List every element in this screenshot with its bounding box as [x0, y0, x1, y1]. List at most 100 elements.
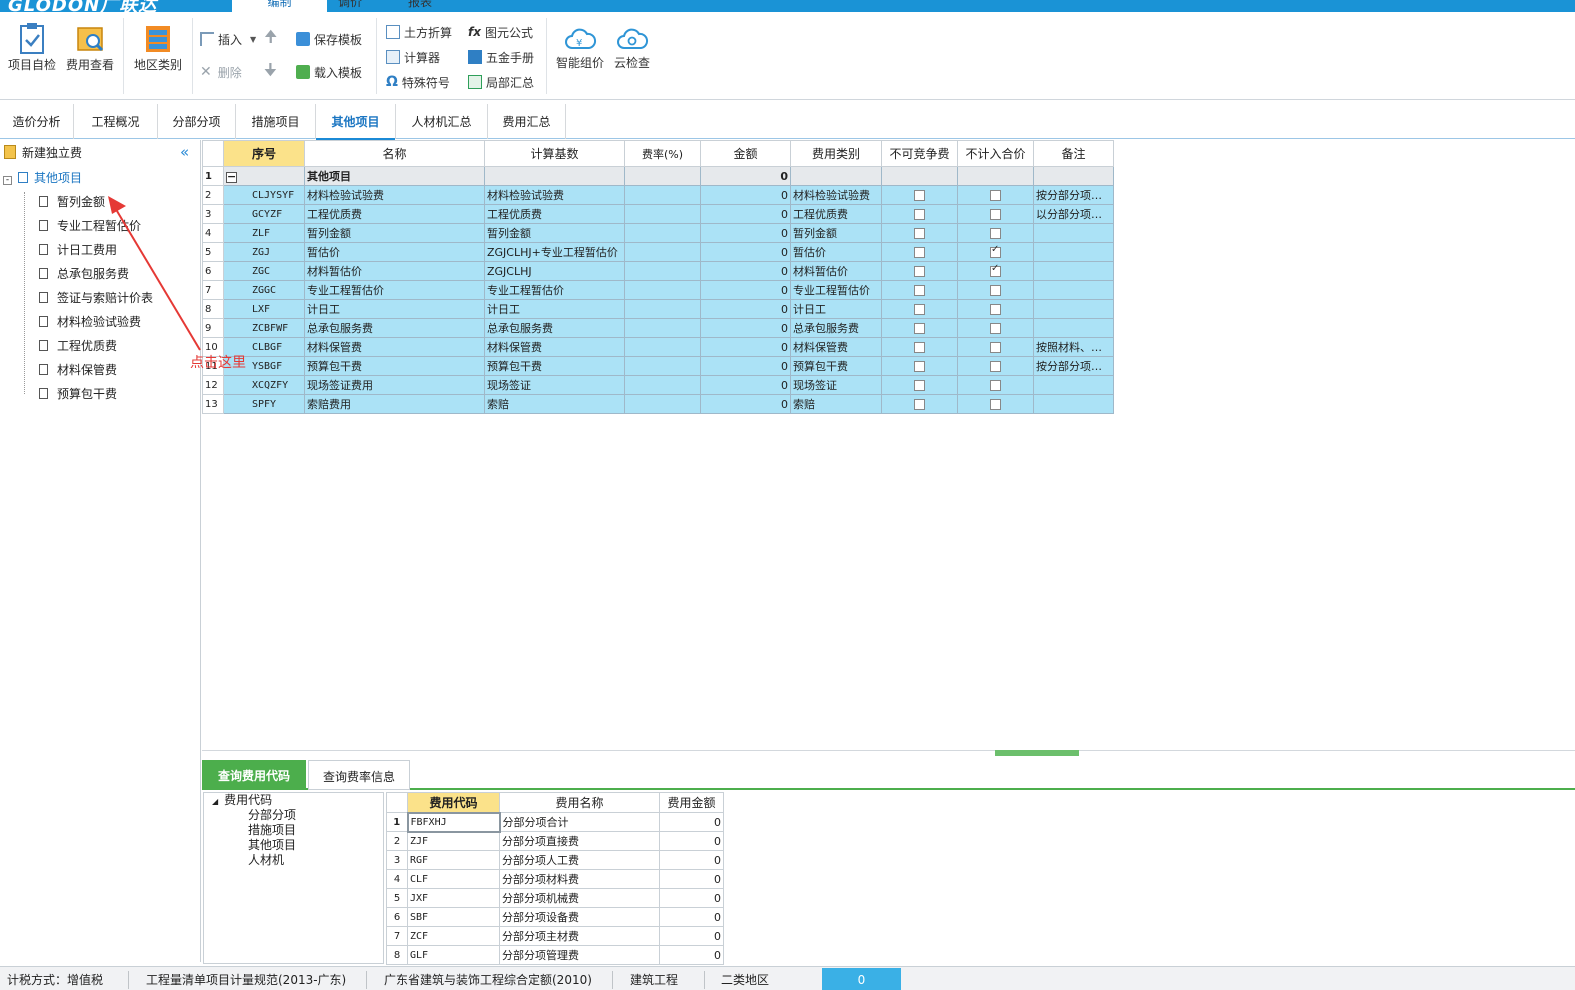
cell-name[interactable]: 材料暂估价: [304, 261, 485, 281]
cell-non-competitive[interactable]: [881, 204, 958, 224]
cell-fee-name[interactable]: 分部分项机械费: [499, 888, 660, 908]
cell-category[interactable]: 现场签证: [790, 375, 882, 395]
cell-category[interactable]: 工程优质费: [790, 204, 882, 224]
cell-rate[interactable]: [624, 299, 701, 319]
table-row[interactable]: 6 ZGC 材料暂估价 ZGJCLHJ 0 材料暂估价: [202, 261, 1114, 281]
cell-fee-name[interactable]: 分部分项设备费: [499, 907, 660, 927]
cell-not-included[interactable]: [957, 356, 1034, 376]
cell-not-included[interactable]: [957, 394, 1034, 414]
cell-note[interactable]: [1033, 280, 1114, 300]
cell-not-included[interactable]: [957, 261, 1034, 281]
cell-fee-code[interactable]: RGF: [407, 850, 500, 870]
cell-non-competitive[interactable]: [881, 280, 958, 300]
non-competitive-checkbox[interactable]: [914, 380, 925, 391]
cell-code[interactable]: SPFY: [223, 394, 305, 414]
cell-fee-name[interactable]: 分部分项材料费: [499, 869, 660, 889]
table-row[interactable]: 2 CLJYSYF 材料检验试验费 材料检验试验费 0 材料检验试验费 按分部分项…: [202, 185, 1114, 205]
cell-base[interactable]: 预算包干费: [484, 356, 625, 376]
cell-fee-code[interactable]: FBFXHJ: [406, 811, 501, 833]
col-header-fee-amount[interactable]: 费用金额: [659, 792, 724, 813]
cell-name[interactable]: 暂估价: [304, 242, 485, 262]
table-row[interactable]: 9 ZCBFWF 总承包服务费 总承包服务费 0 总承包服务费: [202, 318, 1114, 338]
cell-name[interactable]: 预算包干费: [304, 356, 485, 376]
cell-not-included[interactable]: [957, 242, 1034, 262]
row-collapse-cell[interactable]: −: [223, 166, 305, 186]
cell-category[interactable]: 计日工: [790, 299, 882, 319]
earthwork-button[interactable]: 土方折算: [386, 23, 452, 41]
tab-other-items[interactable]: 其他项目: [316, 104, 396, 140]
tab-cost-analysis[interactable]: 造价分析: [0, 104, 74, 139]
cell-non-competitive[interactable]: [881, 223, 958, 243]
cell-name[interactable]: 其他项目: [304, 166, 485, 186]
cell-rate[interactable]: [624, 337, 701, 357]
cell-base[interactable]: ZGJCLHJ+专业工程暂估价: [484, 242, 625, 262]
cell-amount[interactable]: 0: [700, 394, 791, 414]
cell-rate[interactable]: [624, 204, 701, 224]
calculator-button[interactable]: 计算器: [386, 48, 440, 66]
cell-rate[interactable]: [624, 185, 701, 205]
cell-fee-code[interactable]: JXF: [407, 888, 500, 908]
cell-amount[interactable]: 0: [700, 280, 791, 300]
cell-amount[interactable]: 0: [700, 318, 791, 338]
partial-summary-button[interactable]: 局部汇总: [468, 73, 534, 91]
col-header-rate[interactable]: 费率(%): [624, 140, 701, 167]
cell-fee-name[interactable]: 分部分项直接费: [499, 831, 660, 851]
non-competitive-checkbox[interactable]: [914, 247, 925, 258]
cell-base[interactable]: 专业工程暂估价: [484, 280, 625, 300]
tab-sections[interactable]: 分部分项: [158, 104, 236, 139]
cell-name[interactable]: 专业工程暂估价: [304, 280, 485, 300]
cell-non-competitive[interactable]: [881, 185, 958, 205]
cell-not-included[interactable]: [957, 280, 1034, 300]
table-row[interactable]: 1 FBFXHJ 分部分项合计 0: [386, 811, 724, 833]
cell-name[interactable]: 暂列金额: [304, 223, 485, 243]
cell-rate[interactable]: [624, 356, 701, 376]
table-row[interactable]: 3 GCYZF 工程优质费 工程优质费 0 工程优质费 以分部分项…: [202, 204, 1114, 224]
collapse-minus-icon[interactable]: −: [226, 171, 237, 183]
cell-rate[interactable]: [624, 166, 701, 186]
hardware-manual-button[interactable]: 五金手册: [468, 48, 534, 66]
cell-fee-amount[interactable]: 0: [659, 926, 724, 946]
table-row[interactable]: 11 YSBGF 预算包干费 预算包干费 0 预算包干费 按分部分项…: [202, 356, 1114, 376]
status-project-type[interactable]: 建筑工程: [630, 967, 678, 990]
non-competitive-checkbox[interactable]: [914, 228, 925, 239]
cell-base[interactable]: 材料保管费: [484, 337, 625, 357]
table-row[interactable]: 8 LXF 计日工 计日工 0 计日工: [202, 299, 1114, 319]
menu-tab-adjust[interactable]: 调价: [330, 0, 370, 12]
cell-not-included[interactable]: [957, 204, 1034, 224]
cell-rate[interactable]: [624, 242, 701, 262]
cell-base[interactable]: 材料检验试验费: [484, 185, 625, 205]
cell-non-competitive[interactable]: [881, 261, 958, 281]
table-row[interactable]: 8 GLF 分部分项管理费 0: [386, 945, 724, 965]
col-header-category[interactable]: 费用类别: [790, 140, 882, 167]
non-competitive-checkbox[interactable]: [914, 285, 925, 296]
cell-fee-name[interactable]: 分部分项主材费: [499, 926, 660, 946]
col-header-seq[interactable]: 序号: [223, 140, 305, 167]
cell-non-competitive[interactable]: [881, 166, 958, 186]
splitter[interactable]: [202, 750, 1575, 751]
fee-view-button[interactable]: 费用查看: [64, 22, 116, 73]
tab-query-fee-code[interactable]: 查询费用代码: [202, 760, 306, 790]
cell-fee-code[interactable]: ZCF: [407, 926, 500, 946]
non-competitive-checkbox[interactable]: [914, 266, 925, 277]
cell-note[interactable]: [1033, 261, 1114, 281]
cell-base[interactable]: 总承包服务费: [484, 318, 625, 338]
cell-amount[interactable]: 0: [700, 185, 791, 205]
fee-code-tree-item[interactable]: 分部分项: [248, 808, 296, 822]
cell-amount[interactable]: 0: [700, 356, 791, 376]
tree-item-budget-lump[interactable]: 预算包干费: [39, 385, 117, 402]
cell-name[interactable]: 材料检验试验费: [304, 185, 485, 205]
project-check-button[interactable]: 项目自检: [6, 22, 58, 73]
table-row[interactable]: 3 RGF 分部分项人工费 0: [386, 850, 724, 870]
cell-non-competitive[interactable]: [881, 242, 958, 262]
tab-project-overview[interactable]: 工程概况: [74, 104, 158, 139]
cell-fee-amount[interactable]: 0: [659, 888, 724, 908]
tree-root-other-items[interactable]: - 其他项目: [3, 169, 82, 186]
cell-not-included[interactable]: [957, 185, 1034, 205]
cell-rate[interactable]: [624, 394, 701, 414]
cell-name[interactable]: 现场签证费用: [304, 375, 485, 395]
cell-note[interactable]: 以分部分项…: [1033, 204, 1114, 224]
cell-note[interactable]: [1033, 318, 1114, 338]
cell-base[interactable]: 工程优质费: [484, 204, 625, 224]
cell-name[interactable]: 索赔费用: [304, 394, 485, 414]
status-standard[interactable]: 工程量清单项目计量规范(2013-广东): [146, 967, 346, 990]
